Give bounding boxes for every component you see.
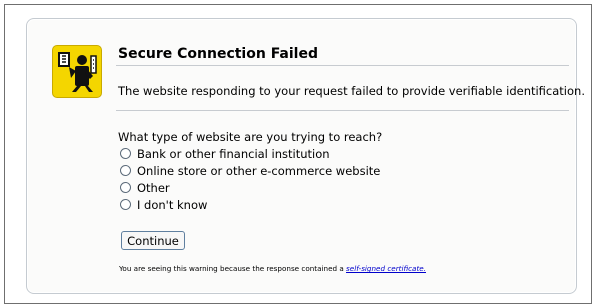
certificate-warning-footnote: You are seeing this warning because the …: [119, 264, 426, 273]
option-online-store[interactable]: Online store or other e-commerce website: [120, 162, 380, 179]
error-panel: Secure Connection Failed The website res…: [26, 18, 585, 294]
error-description: The website responding to your request f…: [118, 84, 585, 98]
website-type-question: What type of website are you trying to r…: [118, 130, 383, 144]
browser-content-frame: Secure Connection Failed The website res…: [4, 4, 592, 304]
radio-online-store[interactable]: [120, 165, 131, 176]
option-dont-know[interactable]: I don't know: [120, 196, 380, 213]
option-online-store-label: Online store or other e-commerce website: [137, 163, 381, 178]
radio-dont-know[interactable]: [120, 199, 131, 210]
option-other-label: Other: [137, 180, 170, 195]
radio-bank[interactable]: [120, 148, 131, 159]
website-type-options: Bank or other financial institution Onli…: [120, 145, 380, 213]
radio-other[interactable]: [120, 182, 131, 193]
option-dont-know-label: I don't know: [137, 197, 208, 212]
self-signed-certificate-link[interactable]: self-signed certificate.: [346, 264, 426, 273]
error-title: Secure Connection Failed: [118, 46, 318, 62]
option-bank[interactable]: Bank or other financial institution: [120, 145, 380, 162]
footnote-text: You are seeing this warning because the …: [119, 264, 347, 273]
description-divider: [116, 110, 569, 111]
title-divider: [116, 65, 569, 66]
option-other[interactable]: Other: [120, 179, 380, 196]
option-bank-label: Bank or other financial institution: [137, 146, 330, 161]
continue-button[interactable]: Continue: [121, 231, 185, 250]
security-officer-icon: [52, 45, 102, 98]
